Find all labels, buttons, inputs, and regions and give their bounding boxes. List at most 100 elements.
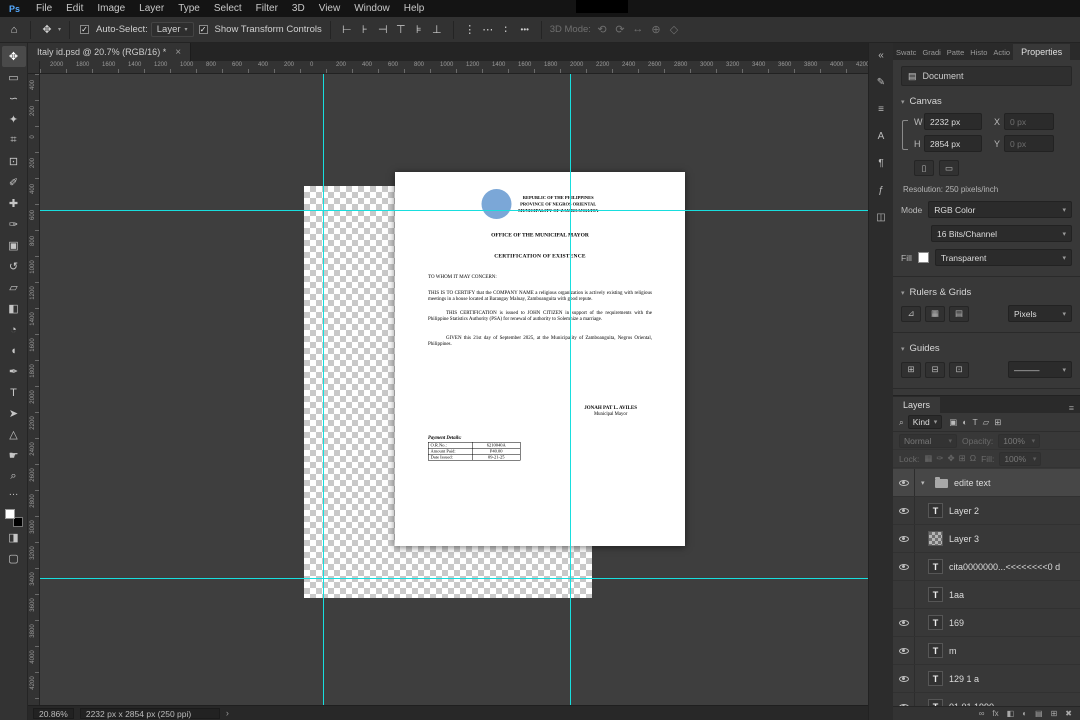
guide-style-select[interactable]: ——— ▾ (1008, 361, 1072, 378)
menu-window[interactable]: Window (347, 0, 397, 17)
fill-select[interactable]: Transparent ▾ (934, 249, 1072, 266)
ruler-origin-corner[interactable] (28, 61, 40, 74)
fill-swatch[interactable] (917, 252, 929, 263)
panel-menu-icon[interactable]: ≡ (1063, 403, 1080, 413)
document-type-row[interactable]: ▤ Document (901, 66, 1072, 86)
distribute-spacing-icon[interactable]: ∶ (498, 23, 514, 36)
bit-depth-select[interactable]: 16 Bits/Channel ▾ (931, 225, 1072, 242)
lock-transparent-icon[interactable]: ▦ (924, 453, 932, 464)
paragraph-panel-icon[interactable]: ¶ (872, 155, 890, 171)
zoom-level-field[interactable]: 20.86% (33, 707, 74, 719)
tab-layers[interactable]: Layers (893, 397, 941, 413)
auto-select-target-dropdown[interactable]: Layer ▾ (150, 22, 194, 37)
lock-all-icon[interactable]: Ω (970, 453, 976, 464)
horizontal-guide[interactable] (40, 210, 868, 211)
rulers-grids-section-header[interactable]: ▾ Rulers & Grids (901, 287, 1072, 298)
visibility-toggle[interactable] (893, 581, 915, 608)
color-swatches[interactable] (4, 509, 23, 527)
crop-tool[interactable]: ⌗ (2, 130, 26, 151)
eyedropper-tool[interactable]: ✐ (2, 172, 26, 193)
vertical-ruler[interactable]: 400 200 0 200 400 600 800 1000 1200 1400 1600 1800 2… (28, 74, 40, 705)
y-field[interactable]: 0 px (1004, 135, 1054, 152)
ruler-grid-icon-3[interactable]: ▤ (949, 305, 969, 322)
brush-tool[interactable]: ✑ (2, 214, 26, 235)
tab-actio[interactable]: Actio (990, 45, 1013, 60)
align-center-vertical-icon[interactable]: ⊧ (411, 23, 427, 36)
shape-tool[interactable]: △ (2, 424, 26, 445)
layer-row[interactable]: T 1aa (893, 581, 1080, 609)
layer-row[interactable]: Tcita0000000...<<<<<<<<0 d (893, 553, 1080, 581)
zoom-tool[interactable]: ⌕ (2, 466, 26, 487)
character-panel-icon[interactable]: A (872, 128, 890, 144)
foreground-color-swatch[interactable] (4, 509, 15, 519)
ruler-grid-icon-2[interactable]: ▦ (925, 305, 945, 322)
new-layer-icon[interactable]: ⊞ (1051, 709, 1058, 718)
canvas-section-header[interactable]: ▾ Canvas (901, 96, 1072, 107)
align-right-icon[interactable]: ⊣ (375, 23, 391, 36)
menu-select[interactable]: Select (207, 0, 249, 17)
align-bottom-icon[interactable]: ⊥ (429, 23, 445, 36)
visibility-toggle[interactable] (893, 665, 915, 692)
align-left-icon[interactable]: ⊢ (339, 23, 355, 36)
home-icon[interactable]: ⌂ (6, 24, 22, 36)
pixel-filter-icon[interactable]: ▣ (949, 417, 957, 428)
distribute-horizontal-icon[interactable]: ⋯ (480, 23, 496, 36)
visibility-toggle[interactable] (893, 469, 915, 496)
guide-icon-1[interactable]: ⊞ (901, 361, 921, 378)
menu-layer[interactable]: Layer (132, 0, 171, 17)
visibility-toggle[interactable] (893, 525, 915, 552)
height-field[interactable]: 2854 px (924, 135, 982, 152)
layer-row[interactable]: Tm (893, 637, 1080, 665)
lock-position-icon[interactable]: ✥ (947, 453, 954, 464)
horizontal-ruler[interactable]: 2000 1800 1600 1400 1200 1000 800 600 400 200 0 200… (40, 61, 868, 74)
link-dimensions-icon[interactable] (902, 120, 908, 150)
lock-pixels-icon[interactable]: ✑ (936, 453, 943, 464)
tab-histo[interactable]: Histo (967, 45, 990, 60)
shape-filter-icon[interactable]: ▱ (983, 417, 990, 428)
vertical-guide[interactable] (323, 74, 324, 705)
eraser-tool[interactable]: ▱ (2, 277, 26, 298)
glyphs-panel-icon[interactable]: ƒ (872, 182, 890, 198)
align-top-icon[interactable]: ⊤ (393, 23, 409, 36)
frame-tool[interactable]: ⊡ (2, 151, 26, 172)
delete-layer-icon[interactable]: ✖ (1065, 709, 1072, 718)
quick-selection-tool[interactable]: ✦ (2, 109, 26, 130)
layer-row[interactable]: T01.01.1990 (893, 693, 1080, 706)
lasso-tool[interactable]: ∽ (2, 88, 26, 109)
roll-3d-icon[interactable]: ⟳ (612, 23, 628, 36)
x-field[interactable]: 0 px (1004, 113, 1054, 130)
visibility-toggle[interactable] (893, 553, 915, 580)
opacity-select[interactable]: 100% ▾ (998, 433, 1041, 448)
visibility-toggle[interactable] (893, 693, 915, 706)
layer-row[interactable]: Layer 3 (893, 525, 1080, 553)
width-field[interactable]: 2232 px (924, 113, 982, 130)
path-selection-tool[interactable]: ➤ (2, 403, 26, 424)
healing-brush-tool[interactable]: ✚ (2, 193, 26, 214)
move-tool-preset-icon[interactable]: ✥ (39, 23, 55, 36)
adjustment-layer-icon[interactable]: ◐ (1022, 709, 1027, 718)
hand-tool[interactable]: ☛ (2, 445, 26, 466)
drag-3d-icon[interactable]: ↔ (630, 23, 646, 36)
show-transform-checkbox[interactable]: ✓ (198, 25, 208, 34)
scale-3d-icon[interactable]: ◇ (666, 23, 682, 36)
disclosure-triangle[interactable]: ▾ (921, 479, 929, 487)
dodge-tool[interactable]: ◖ (2, 340, 26, 361)
menu-edit[interactable]: Edit (59, 0, 90, 17)
libraries-panel-icon[interactable]: ◫ (872, 209, 890, 225)
quick-mask-icon[interactable]: ◨ (2, 527, 26, 548)
menu-type[interactable]: Type (171, 0, 207, 17)
menu-file[interactable]: File (29, 0, 59, 17)
type-tool[interactable]: T (2, 382, 26, 403)
color-mode-select[interactable]: RGB Color ▾ (928, 201, 1072, 218)
portrait-orientation-button[interactable]: ▯ (914, 160, 934, 176)
layer-mask-icon[interactable]: ◧ (1007, 709, 1015, 718)
visibility-toggle[interactable] (893, 637, 915, 664)
link-layers-icon[interactable]: ∞ (979, 709, 985, 718)
clone-stamp-tool[interactable]: ▣ (2, 235, 26, 256)
document-tab[interactable]: Italy id.psd @ 20.7% (RGB/16) * × (28, 43, 192, 61)
more-options-icon[interactable]: ••• (517, 25, 533, 34)
rotate-3d-icon[interactable]: ⟲ (594, 23, 610, 36)
layer-row[interactable]: ▾ edite text (893, 469, 1080, 497)
visibility-toggle[interactable] (893, 609, 915, 636)
tab-patte[interactable]: Patte (944, 45, 968, 60)
